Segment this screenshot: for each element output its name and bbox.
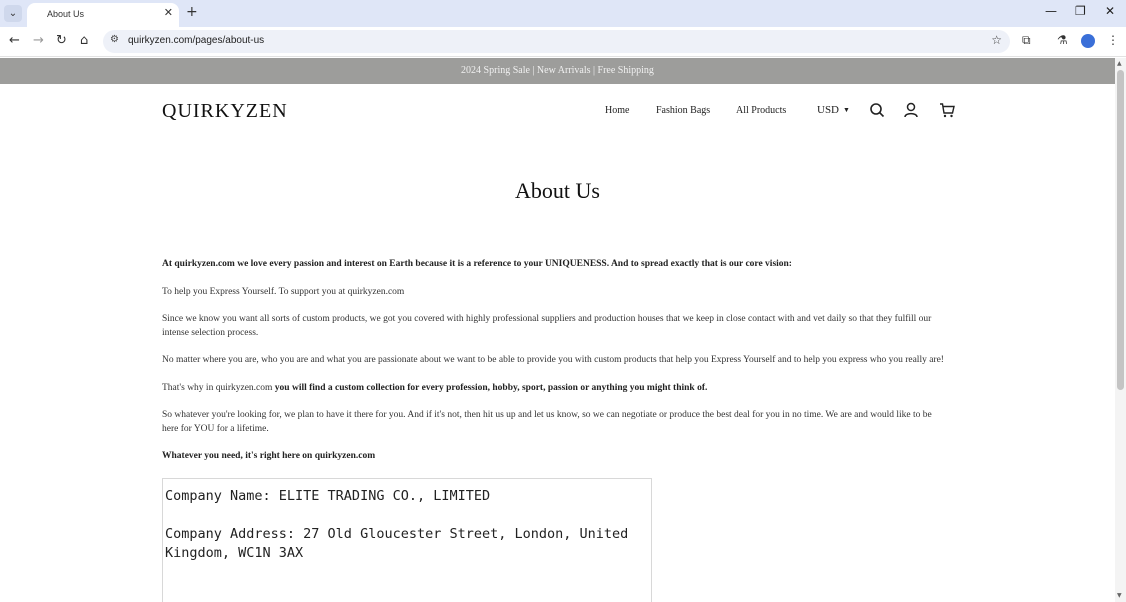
new-tab-icon[interactable]: + <box>186 4 198 20</box>
bookmark-star-icon[interactable]: ☆ <box>991 33 1002 47</box>
paragraph-2: Since we know you want all sorts of cust… <box>162 314 932 338</box>
minimize-icon[interactable]: — <box>1045 4 1057 18</box>
extensions-icon[interactable]: ⧉ <box>1022 33 1031 48</box>
tab-title: About Us <box>47 9 85 19</box>
tab-search-icon[interactable]: ⌄ <box>4 5 22 22</box>
scroll-down-icon[interactable]: ▼ <box>1117 592 1122 599</box>
page-scrollbar[interactable]: ▲ ▼ <box>1115 58 1126 602</box>
closing-line: Whatever you need, it's right here on qu… <box>162 451 376 461</box>
site-info-icon[interactable]: ⚙ <box>110 34 119 45</box>
profile-avatar-icon[interactable] <box>1081 34 1095 48</box>
reload-icon[interactable]: ↻ <box>56 33 67 48</box>
about-content: At quirkyzen.com we love every passion a… <box>162 258 950 478</box>
search-icon[interactable] <box>869 102 885 118</box>
announcement-bar: 2024 Spring Sale | New Arrivals | Free S… <box>0 58 1115 84</box>
nav-all-products[interactable]: All Products <box>736 105 786 116</box>
paragraph-4-bold: you will find a custom collection for ev… <box>274 382 708 393</box>
account-icon[interactable] <box>903 102 919 118</box>
browser-toolbar: ← → ↻ ⌂ ⚙ quirkyzen.com/pages/about-us ☆… <box>0 27 1126 57</box>
page-title: About Us <box>515 178 600 203</box>
paragraph-5: So whatever you're looking for, we plan … <box>162 410 932 434</box>
intro-paragraph: At quirkyzen.com we love every passion a… <box>162 259 792 269</box>
browser-tab-bar: ⌄ About Us ✕ + — ❐ ✕ <box>0 0 1126 27</box>
cart-icon[interactable] <box>939 102 955 118</box>
company-name: Company Name: ELITE TRADING CO., LIMITED <box>165 488 491 504</box>
scroll-up-icon[interactable]: ▲ <box>1117 60 1122 67</box>
company-address: Company Address: 27 Old Gloucester Stree… <box>165 526 629 561</box>
close-window-icon[interactable]: ✕ <box>1105 4 1115 18</box>
currency-label: USD <box>817 104 840 116</box>
paragraph-1: To help you Express Yourself. To support… <box>162 286 405 297</box>
forward-icon[interactable]: → <box>33 33 44 48</box>
address-bar[interactable]: ⚙ quirkyzen.com/pages/about-us ☆ <box>103 30 1010 53</box>
restore-icon[interactable]: ❐ <box>1075 4 1086 18</box>
currency-selector[interactable]: USD ▼ <box>817 104 850 116</box>
page-viewport: 2024 Spring Sale | New Arrivals | Free S… <box>0 58 1115 602</box>
scroll-thumb[interactable] <box>1117 70 1124 390</box>
labs-icon[interactable]: ⚗ <box>1057 33 1068 47</box>
nav-fashion-bags[interactable]: Fashion Bags <box>656 105 710 116</box>
back-icon[interactable]: ← <box>9 33 20 48</box>
browser-tab[interactable]: About Us ✕ <box>27 3 179 27</box>
url-text[interactable]: quirkyzen.com/pages/about-us <box>128 35 264 46</box>
company-info-box: Company Name: ELITE TRADING CO., LIMITED… <box>162 478 652 602</box>
home-icon[interactable]: ⌂ <box>80 33 88 48</box>
paragraph-3: No matter where you are, who you are and… <box>162 355 944 365</box>
close-tab-icon[interactable]: ✕ <box>164 6 173 19</box>
nav-home[interactable]: Home <box>605 105 629 116</box>
caret-down-icon: ▼ <box>843 106 850 115</box>
paragraph-4-prefix: That's why in quirkyzen.com <box>162 382 273 393</box>
paragraph-4: That's why in quirkyzen.com you will fin… <box>162 382 950 396</box>
menu-icon[interactable]: ⋮ <box>1107 33 1119 47</box>
site-logo[interactable]: QUIRKYZEN <box>162 100 288 123</box>
